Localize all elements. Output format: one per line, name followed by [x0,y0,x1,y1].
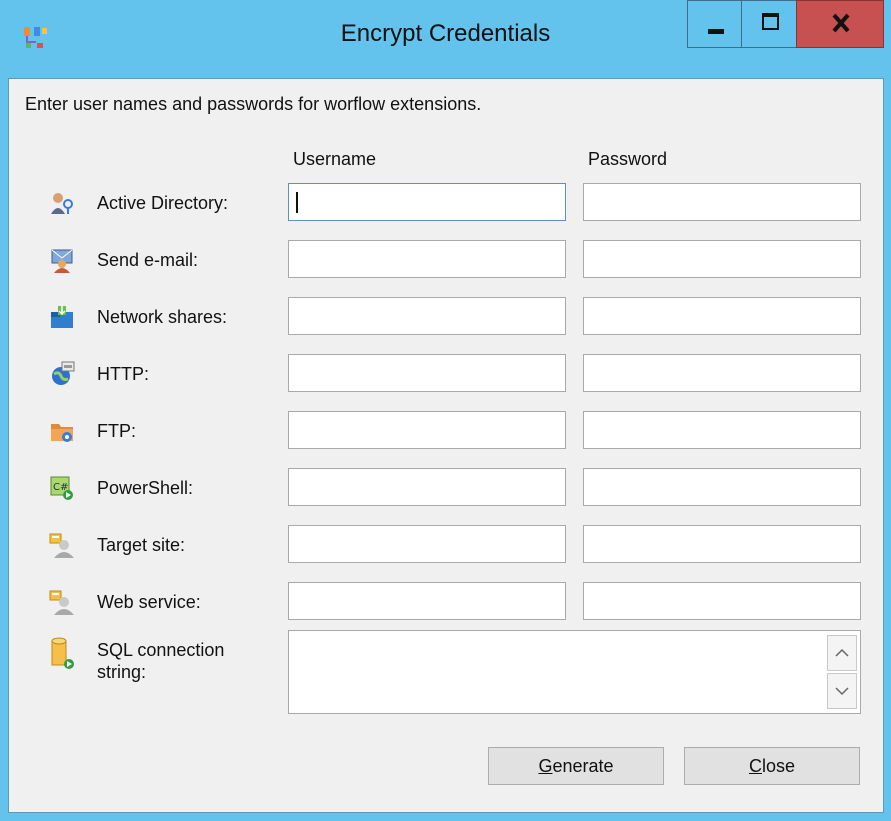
maximize-button[interactable] [741,0,797,48]
minimize-button[interactable] [687,0,742,48]
send-email-password-input[interactable] [583,240,861,278]
web-service-username-input[interactable] [288,582,566,620]
close-mnemonic: C [748,755,762,776]
http-label: HTTP: [97,364,149,384]
encrypt-credentials-window: Encrypt Credentials Enter user names and… [0,0,891,821]
dialog-body: Enter user names and passwords for worfl… [8,78,884,813]
close-label-rest: lose [761,755,796,776]
title-bar[interactable]: Encrypt Credentials [0,0,891,78]
http-icon [52,361,75,385]
send-email-icon [51,249,73,273]
web-service-label: Web service: [97,592,201,612]
active-directory-username-input[interactable] [288,183,566,221]
ftp-icon [51,424,73,442]
target-site-icon [49,533,74,558]
active-directory-password-input[interactable] [583,183,861,221]
target-site-username-input[interactable] [288,525,566,563]
web-service-icon [49,590,74,615]
close-icon [832,13,850,33]
scroll-up-button[interactable] [827,635,857,671]
sql-database-icon [51,637,74,669]
powershell-password-input[interactable] [583,468,861,506]
close-button[interactable]: Close [684,747,860,785]
powershell-username-input[interactable] [288,468,566,506]
password-column-header: Password [588,149,668,169]
http-username-input[interactable] [288,354,566,392]
powershell-icon: C# [50,476,73,500]
powershell-label: PowerShell: [97,478,194,498]
target-site-password-input[interactable] [583,525,861,563]
send-email-label: Send e-mail: [97,250,199,270]
sql-connection-label-line1: SQL connection [97,640,225,660]
network-shares-password-input[interactable] [583,297,861,335]
username-column-header: Username [293,149,377,169]
network-shares-label: Network shares: [97,307,228,327]
scroll-down-button[interactable] [827,673,857,709]
ftp-username-input[interactable] [288,411,566,449]
chevron-down-icon [835,687,849,696]
sql-connection-label: SQL connection string: [97,639,224,683]
ftp-label: FTP: [97,421,136,441]
vertical-scrollbar[interactable] [827,635,857,710]
sql-connection-label-line2: string: [97,662,147,682]
text-cursor [296,192,298,213]
sql-connection-string-textarea[interactable] [288,630,861,714]
network-shares-username-input[interactable] [288,297,566,335]
send-email-username-input[interactable] [288,240,566,278]
minimize-icon [708,29,724,34]
chevron-up-icon [835,648,849,657]
network-shares-icon [51,306,73,328]
ftp-password-input[interactable] [583,411,861,449]
instruction-text: Enter user names and passwords for worfl… [25,94,482,114]
web-service-password-input[interactable] [583,582,861,620]
http-password-input[interactable] [583,354,861,392]
generate-label-rest: enerate [552,755,614,776]
generate-button[interactable]: Generate [488,747,664,785]
maximize-icon [762,13,779,30]
generate-mnemonic: G [538,755,553,776]
active-directory-label: Active Directory: [97,193,229,213]
close-window-button[interactable] [796,0,884,48]
target-site-label: Target site: [97,535,186,555]
active-directory-icon [51,193,73,214]
